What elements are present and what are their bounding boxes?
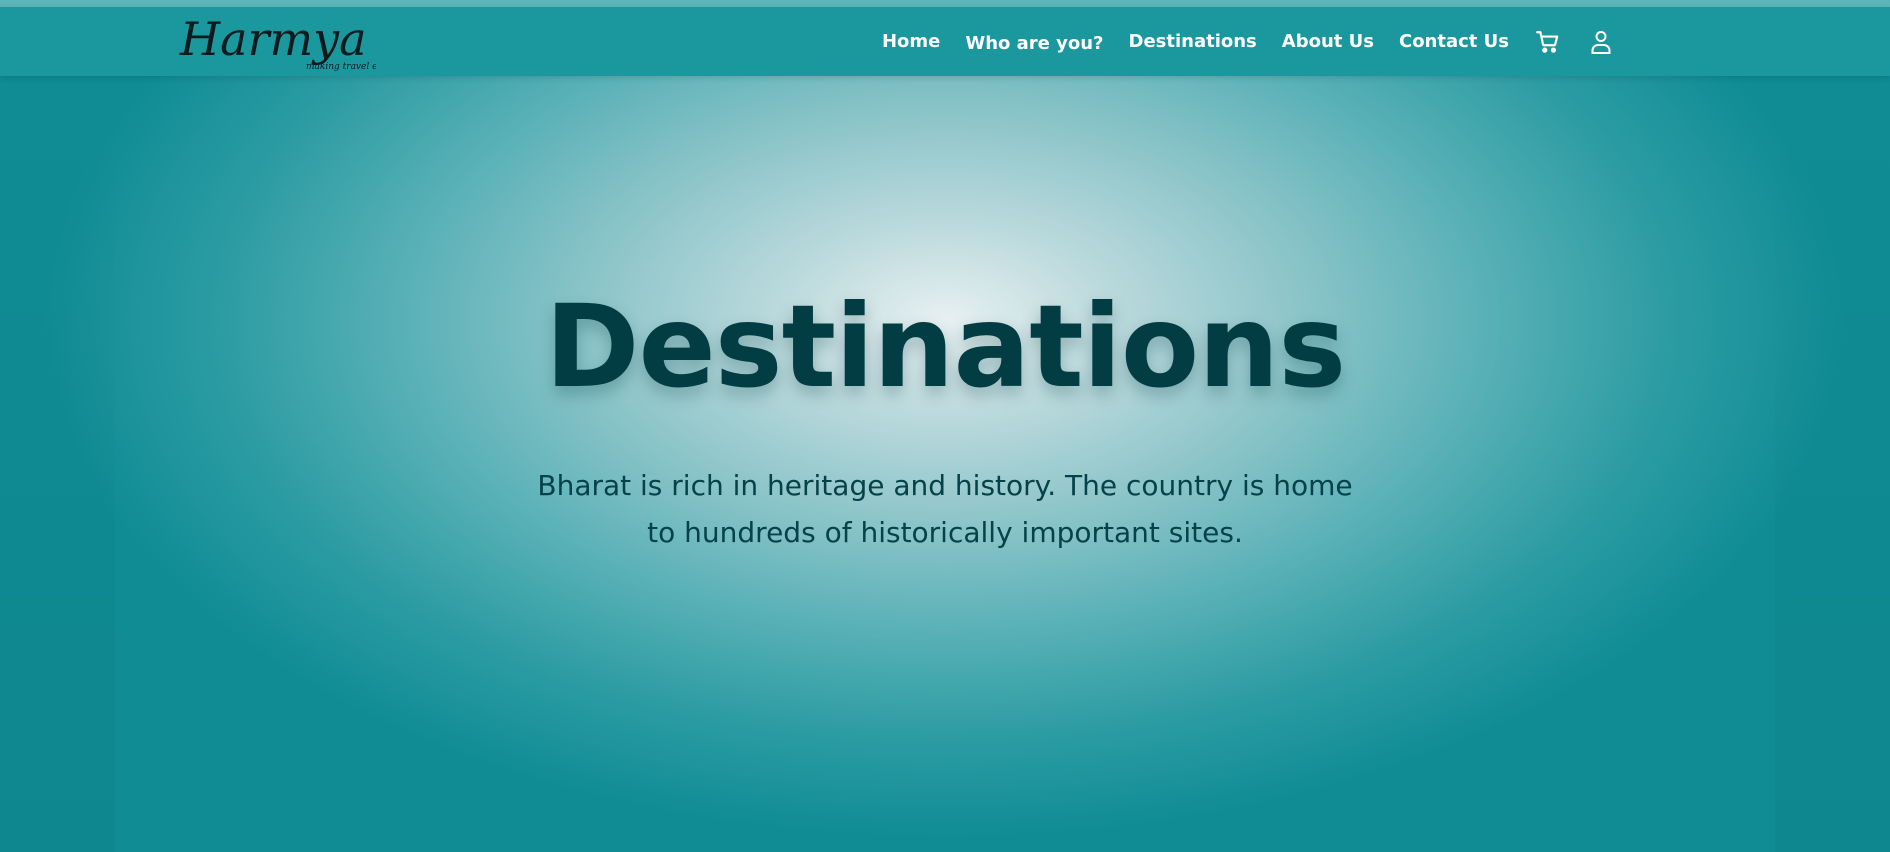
hero-description: Bharat is rich in heritage and history. … [537,469,1353,549]
user-icon [1591,30,1611,54]
navbar: Harmya making travel easy Home Who are y… [0,7,1890,76]
nav-contact-us[interactable]: Contact Us [1399,31,1509,52]
right-side-band [1775,76,1890,852]
account-button[interactable] [1587,28,1615,56]
svg-text:Harmya: Harmya [179,15,367,66]
harmya-logo[interactable]: Harmya making travel easy [176,15,376,77]
svg-text:making travel easy: making travel easy [306,62,376,72]
hero-title: Destinations [544,280,1346,413]
cart-button[interactable] [1534,28,1562,56]
nav-who-are-you[interactable]: Who are you? [965,33,1103,54]
nav-home[interactable]: Home [882,31,940,52]
main-nav: Home Who are you? Destinations About Us … [857,7,1615,76]
left-side-band [0,76,115,852]
nav-about-us[interactable]: About Us [1282,31,1374,52]
nav-destinations[interactable]: Destinations [1129,31,1257,52]
top-accent-strip [0,0,1890,7]
cart-icon [1536,30,1559,53]
